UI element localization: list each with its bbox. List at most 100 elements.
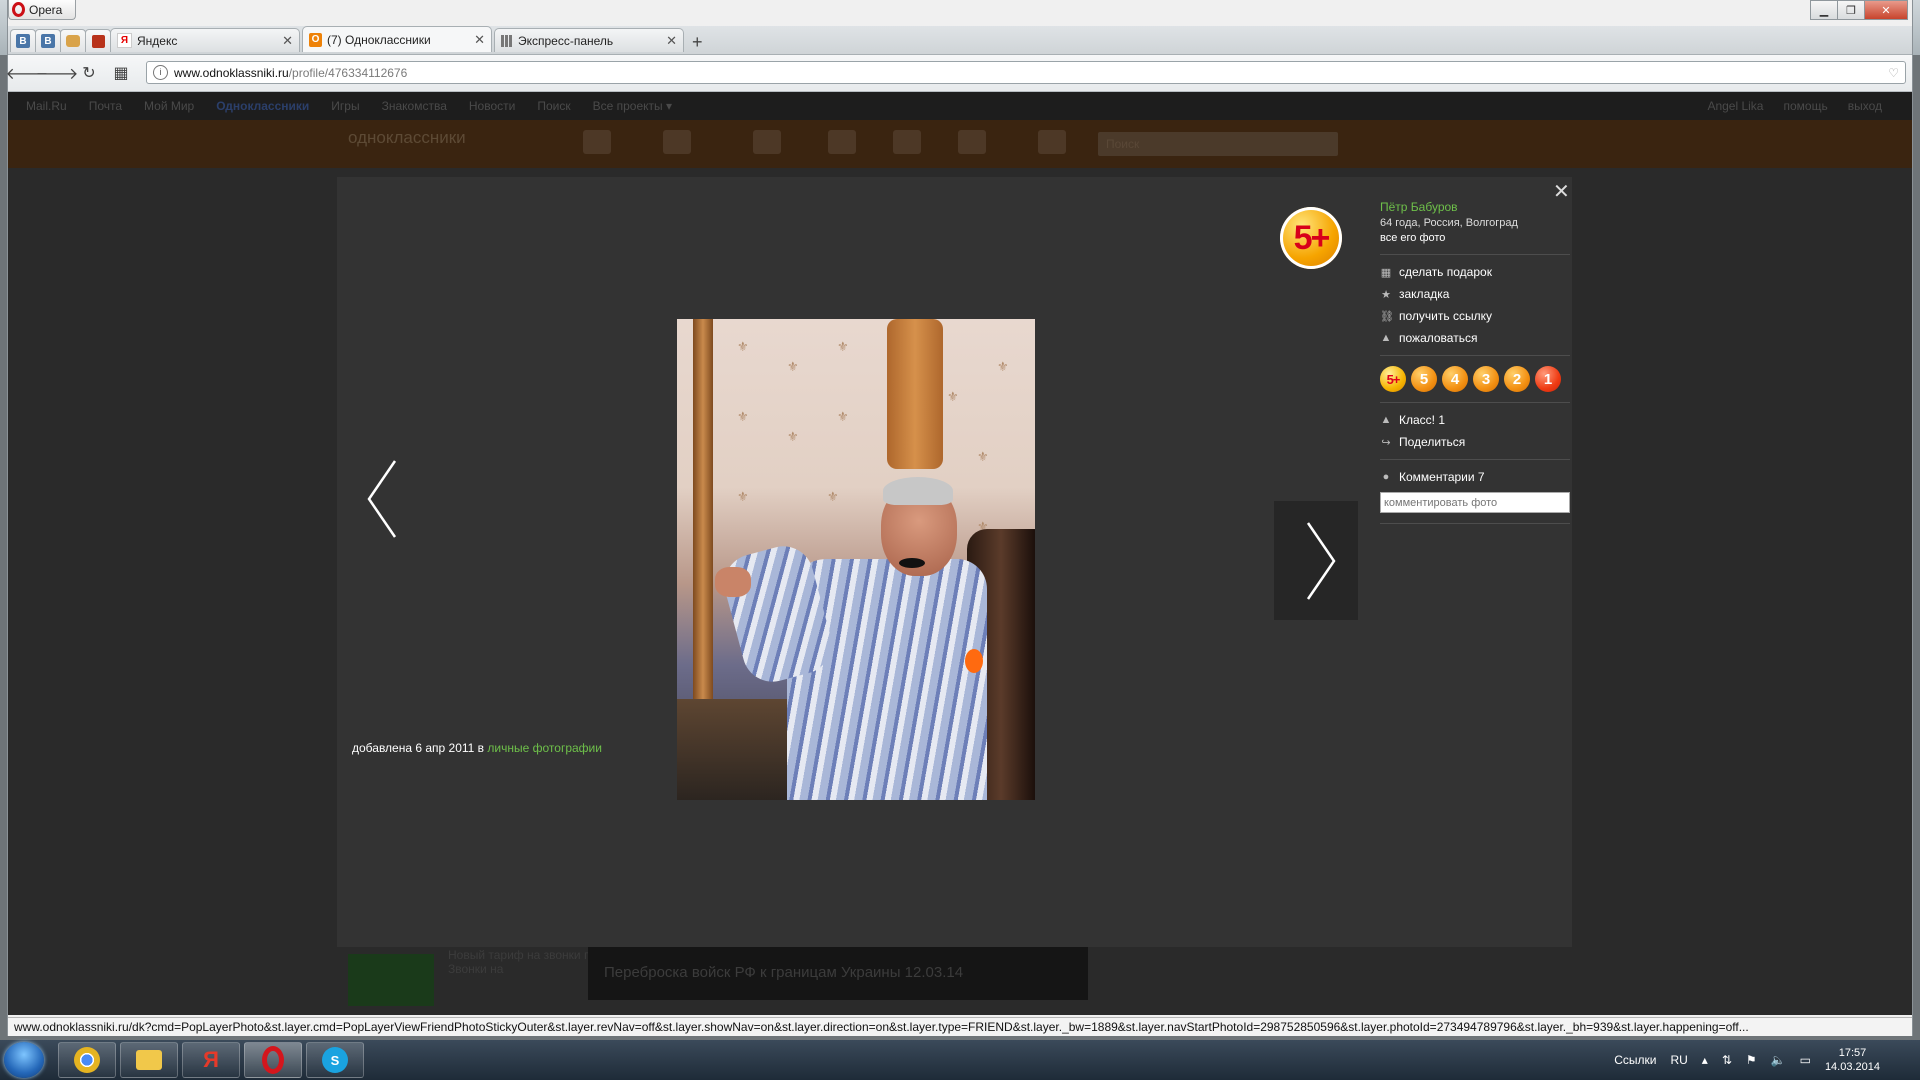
notifications-icon[interactable] [753,130,781,154]
messages-icon[interactable] [583,130,611,154]
music-icon[interactable] [958,130,986,154]
taskbar-opera[interactable] [244,1042,302,1078]
clock-date: 14.03.2014 [1824,1061,1880,1073]
star-icon: ★ [1381,288,1391,301]
clock[interactable]: 17:57 14.03.2014 [1825,1046,1880,1074]
topnav-item[interactable]: Одноклассники [216,99,309,113]
pinned-tab-3[interactable] [60,29,86,52]
topnav-item[interactable]: Все проекты ▾ [593,99,672,113]
start-button[interactable] [4,1042,44,1078]
topnav-item[interactable]: Mail.Ru [26,99,67,113]
grade-5plus-button[interactable]: 5+ [1380,366,1406,392]
topnav-item[interactable]: Новости [469,99,515,113]
pinned-tab-1[interactable]: В [10,29,36,52]
action-label: Поделиться [1399,435,1466,449]
taskbar-yandex[interactable]: Я [182,1042,240,1078]
chrome-icon [74,1047,100,1073]
topnav-item[interactable]: Поиск [537,99,570,113]
video-icon[interactable] [1038,130,1066,154]
topnav-item[interactable]: Знакомства [382,99,447,113]
speed-dial-button[interactable]: ▦ [110,62,132,84]
search-placeholder: Поиск [1106,137,1140,151]
close-window-button[interactable]: ✕ [1864,0,1908,20]
pinned-tab-2[interactable]: В [35,29,61,52]
divider [1380,355,1570,356]
tab-yandex[interactable]: Я Яндекс ✕ [110,28,300,52]
pinned-tab-4[interactable] [85,29,111,52]
help-link[interactable]: помощь [1783,99,1827,113]
tab-odnoklassniki[interactable]: О (7) Одноклассники ✕ [302,26,492,52]
all-photos-link[interactable]: все его фото [1380,232,1570,244]
action-label: закладка [1399,287,1450,301]
grade-4-button[interactable]: 4 [1442,366,1468,392]
maximize-button[interactable]: ❐ [1837,0,1865,20]
events-icon[interactable] [893,130,921,154]
main-photo[interactable]: ⚜ ⚜ ⚜ ⚜ ⚜ ⚜ ⚜ ⚜ ⚜ ⚜ ⚜ ⚜ [677,319,1035,800]
taskbar-skype[interactable]: S [306,1042,364,1078]
divider [1380,402,1570,403]
url-host: www.odnoklassniki.ru [174,65,289,80]
make-gift-action[interactable]: ▦ сделать подарок [1380,265,1570,279]
topnav-item[interactable]: Почта [89,99,122,113]
action-label: сделать подарок [1399,265,1492,279]
ok-search-input[interactable]: Поиск [1098,132,1338,156]
tab-close-icon[interactable]: ✕ [474,32,485,48]
url-field[interactable]: i www.odnoklassniki.ru/profile/476334112… [146,61,1906,84]
action-label: пожаловаться [1399,331,1478,345]
language-indicator[interactable]: RU [1670,1053,1687,1067]
user-name-link[interactable]: Angel Lika [1707,99,1763,113]
album-link[interactable]: личные фотографии [487,741,602,755]
share-action[interactable]: ↪ Поделиться [1380,435,1570,449]
flag-icon[interactable]: ⚑ [1746,1053,1757,1067]
taskbar-explorer[interactable] [120,1042,178,1078]
tab-close-icon[interactable]: ✕ [282,33,293,49]
mailru-topnav: Mail.Ru Почта Мой Мир Одноклассники Игры… [8,92,1912,120]
klass-action[interactable]: ▲ Класс! 1 [1380,413,1570,427]
volume-icon[interactable]: 🔈 [1771,1053,1786,1067]
opera-icon [262,1046,284,1074]
guests-icon[interactable] [828,130,856,154]
address-toolbar: 🡐 🡒 ↻ ▦ i www.odnoklassniki.ru/profile/4… [6,55,1912,92]
tab-title: Яндекс [137,33,178,48]
forward-button[interactable]: 🡒 [36,62,79,84]
comment-input[interactable] [1380,492,1570,513]
tray-expand-icon[interactable]: ▴ [1702,1053,1708,1067]
site-info-icon[interactable]: i [153,65,168,80]
get-link-action[interactable]: ⛓ получить ссылку [1380,309,1570,323]
opera-menu-button[interactable]: Opera [8,0,76,20]
tab-speed-dial[interactable]: Экспресс-панель ✕ [494,28,684,52]
power-icon[interactable]: ▭ [1800,1053,1811,1067]
comments-action[interactable]: ● Комментарии 7 [1380,470,1570,484]
gift-icon: ▦ [1380,266,1392,279]
links-toolbar[interactable]: Ссылки [1614,1053,1656,1067]
topnav-item[interactable]: Мой Мир [144,99,194,113]
grade-2-button[interactable]: 2 [1504,366,1530,392]
tab-close-icon[interactable]: ✕ [666,33,677,49]
grade-3-button[interactable]: 3 [1473,366,1499,392]
next-photo-button[interactable] [1274,501,1358,620]
reload-button[interactable]: ↻ [78,62,100,84]
topnav-item[interactable]: Игры [331,99,359,113]
discussions-icon[interactable] [663,130,691,154]
network-icon[interactable]: ⇅ [1722,1053,1732,1067]
vk-icon: В [16,34,30,48]
author-name-link[interactable]: Пётр Бабуров [1380,200,1570,214]
taskbar-chrome[interactable] [58,1042,116,1078]
link-icon: ⛓ [1380,310,1394,323]
news-banner[interactable]: Переброска войск РФ к границам Украины 1… [588,944,1088,1000]
report-action[interactable]: ▲ пожаловаться [1380,331,1570,345]
bookmark-action[interactable]: ★ закладка [1380,287,1570,301]
window-controls: ▁ ❐ ✕ [1810,0,1908,20]
previous-photo-arrow-icon[interactable] [365,459,405,539]
bookmark-heart-icon[interactable]: ♡ [1888,66,1899,80]
new-tab-button[interactable]: + [692,32,703,53]
game-icon [91,34,105,48]
photo-orange-mark [965,649,983,673]
grade-1-button[interactable]: 1 [1535,366,1561,392]
ok-logo[interactable]: одноклассники [348,128,466,148]
minimize-button[interactable]: ▁ [1810,0,1838,20]
ad-image[interactable] [348,954,434,1006]
warning-icon: ▲ [1380,332,1392,344]
grade-5-button[interactable]: 5 [1411,366,1437,392]
logout-link[interactable]: выход [1848,99,1882,113]
